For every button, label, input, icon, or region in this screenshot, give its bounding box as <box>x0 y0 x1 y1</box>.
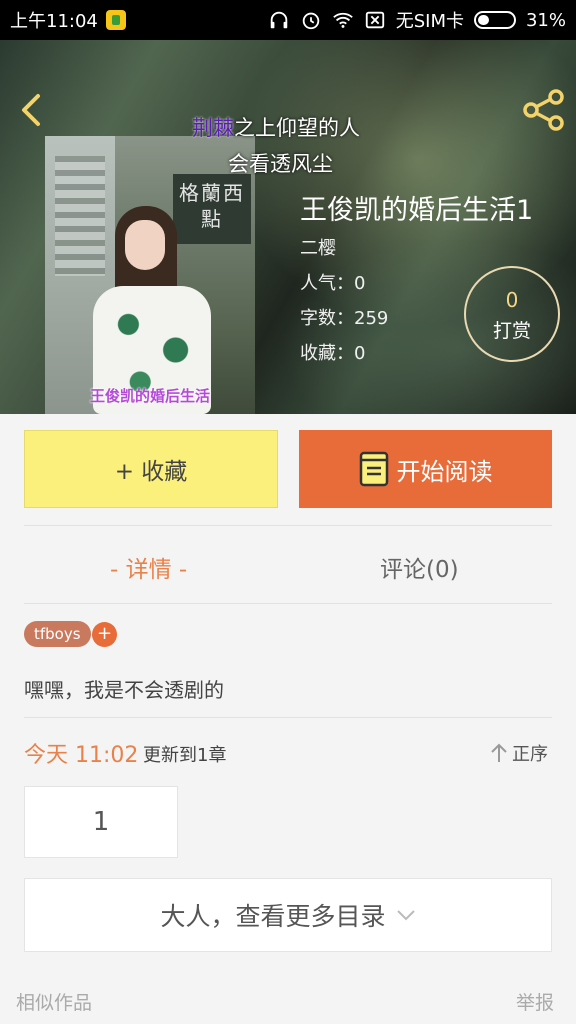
tag-chip[interactable]: tfboys <box>24 621 91 647</box>
book-header: 格蘭西點 王俊凯的婚后生活 荆棘之上仰望的人 会看透风尘 王俊凯的婚后生活1 二… <box>0 40 576 414</box>
lyric-line-2: 会看透风尘 <box>228 152 333 176</box>
book-author[interactable]: 二樱 <box>300 234 336 260</box>
book-description: 嘿嘿，我是不会透剧的 <box>24 678 224 702</box>
divider <box>24 603 552 604</box>
wifi-icon <box>332 12 353 28</box>
book-title: 王俊凯的婚后生活1 <box>300 195 534 226</box>
tab-comments[interactable]: 评论(0) <box>380 550 459 584</box>
chevron-down-icon <box>396 910 415 921</box>
no-sim-icon <box>365 11 384 29</box>
tip-label: 打赏 <box>492 320 531 342</box>
tab-detail[interactable]: - 详情 - <box>110 550 187 584</box>
add-tag-button[interactable]: + <box>92 622 117 647</box>
book-word-count: 字数：259 <box>300 308 389 329</box>
status-time-text: 上午11:04 <box>10 11 98 32</box>
book-cover: 格蘭西點 王俊凯的婚后生活 <box>45 136 255 414</box>
lyric-highlight: 荆棘 <box>192 116 234 140</box>
more-catalog-button[interactable]: 大人，查看更多目录 <box>24 878 552 952</box>
report-button[interactable]: 举报 <box>516 988 554 1015</box>
sort-order-button[interactable]: 正序 <box>490 740 548 766</box>
battery-icon <box>473 11 516 29</box>
lyric-rest: 之上仰望的人 <box>234 116 360 140</box>
similar-works-heading: 相似作品 <box>16 992 93 1014</box>
book-favorites: 收藏：0 <box>300 343 366 364</box>
cover-caption: 王俊凯的婚后生活 <box>89 387 210 405</box>
start-reading-label: 开始阅读 <box>396 457 493 486</box>
more-catalog-label: 大人，查看更多目录 <box>160 902 386 931</box>
cover-sign: 格蘭西點 <box>173 174 251 244</box>
cover-person-face <box>125 220 165 270</box>
tip-count: 0 <box>505 288 519 312</box>
status-time: 上午11:04 <box>10 7 126 33</box>
back-arrow-icon[interactable] <box>12 90 52 130</box>
tip-button[interactable]: 0 打赏 <box>464 266 560 362</box>
status-bar: 上午11:04 无SIM卡 31% <box>0 0 576 40</box>
app-notification-icon <box>105 10 126 30</box>
arrow-up-icon <box>491 743 507 762</box>
chapter-item[interactable]: 1 <box>24 786 178 858</box>
divider <box>24 717 552 718</box>
divider <box>24 525 552 526</box>
headphone-icon <box>270 11 287 29</box>
update-text: 更新到1章 <box>143 745 227 766</box>
carrier-text: 无SIM卡 <box>395 11 464 32</box>
battery-text: 31% <box>525 9 566 31</box>
book-icon <box>359 451 388 487</box>
share-icon[interactable] <box>520 86 568 134</box>
lyric-line-1: 荆棘之上仰望的人 <box>192 112 360 142</box>
collect-button[interactable]: + 收藏 <box>24 430 278 508</box>
status-icons: 无SIM卡 31% <box>268 7 566 33</box>
sort-order-label: 正序 <box>512 744 548 765</box>
start-reading-button[interactable]: 开始阅读 <box>299 430 552 508</box>
update-time: 今天 11:02 <box>24 743 139 768</box>
alarm-icon <box>302 12 319 30</box>
book-popularity: 人气：0 <box>300 273 366 294</box>
